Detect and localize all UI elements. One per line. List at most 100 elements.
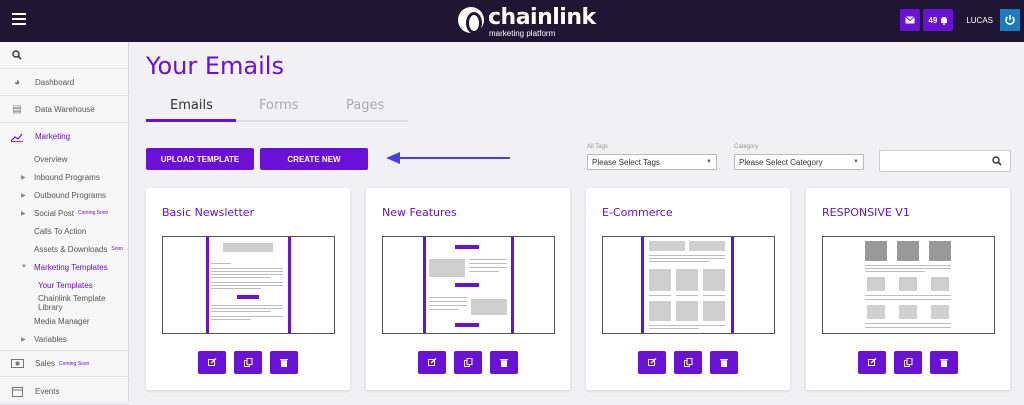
copy-icon <box>463 358 472 367</box>
template-thumbnail[interactable] <box>602 236 775 334</box>
thumb-text-line <box>703 295 725 296</box>
copy-icon <box>683 358 692 367</box>
coming-soon-badge: Coming Soon <box>78 210 109 216</box>
delete-button[interactable] <box>710 351 738 374</box>
sidebar-item-sales[interactable]: Sales Coming Soon <box>0 350 129 377</box>
sidebar-item-assets-downloads[interactable]: Assets & Downloads Soon <box>0 240 129 258</box>
sidebar-item-label: Assets & Downloads <box>34 244 108 254</box>
edit-icon <box>867 358 876 366</box>
sidebar-item-label: Data Warehouse <box>35 104 95 114</box>
thumb-image-placeholder <box>676 269 698 291</box>
sidebar-item-variables[interactable]: ▶ Variables <box>0 330 129 348</box>
header-actions: 49 LUCAS <box>900 8 1020 32</box>
tags-select[interactable]: Please Select Tags ▼ <box>587 154 717 170</box>
page-title: Your Emails <box>146 52 284 80</box>
hamburger-menu-icon[interactable] <box>12 13 26 25</box>
calendar-icon <box>10 386 24 397</box>
template-card-title[interactable]: Basic Newsletter <box>162 206 254 219</box>
template-card-title[interactable]: E-Commerce <box>602 206 673 219</box>
thumb-text-line <box>211 263 231 264</box>
template-thumbnail[interactable] <box>382 236 555 334</box>
thumb-button <box>455 323 479 327</box>
tab-pages[interactable]: Pages <box>346 98 384 113</box>
thumb-border-left <box>423 237 426 333</box>
duplicate-button[interactable] <box>894 351 922 374</box>
thumb-text-line <box>649 295 671 296</box>
sidebar-item-inbound-programs[interactable]: ▶ Inbound Programs <box>0 168 129 186</box>
sidebar-item-template-library[interactable]: Chainlink Template Library <box>0 294 129 312</box>
delete-button[interactable] <box>270 351 298 374</box>
sidebar-item-dashboard[interactable]: ◕ Dashboard <box>0 69 129 96</box>
template-card-title[interactable]: RESPONSIVE V1 <box>822 206 910 219</box>
logo-mark-icon <box>458 7 484 34</box>
thumb-image-placeholder <box>649 269 671 291</box>
thumb-text-line <box>676 295 698 296</box>
mail-button[interactable] <box>900 9 921 31</box>
caret-right-icon: ▶ <box>21 192 26 199</box>
bell-icon <box>941 16 948 25</box>
warehouse-icon: ▤ <box>12 103 22 115</box>
sidebar-item-marketing-templates[interactable]: ▼ Marketing Templates <box>0 258 129 276</box>
sidebar-item-media-manager[interactable]: Media Manager <box>0 312 129 330</box>
tab-forms[interactable]: Forms <box>259 98 299 113</box>
sidebar-item-label: Events <box>35 386 60 396</box>
delete-button[interactable] <box>930 351 958 374</box>
caret-right-icon: ▶ <box>21 174 26 181</box>
sidebar-item-your-templates[interactable]: Your Templates <box>0 276 129 294</box>
sidebar-item-marketing[interactable]: Marketing <box>0 123 129 150</box>
thumb-button <box>237 295 259 299</box>
template-card: New Features <box>366 188 570 390</box>
thumb-text-line <box>469 259 507 260</box>
thumb-text-line <box>211 274 283 275</box>
sidebar-item-calls-to-action[interactable]: Calls To Action <box>0 222 129 240</box>
thumb-text-line <box>211 316 283 317</box>
duplicate-button[interactable] <box>454 351 482 374</box>
thumb-image-placeholder <box>676 301 698 321</box>
thumb-text-line <box>649 325 725 326</box>
thumb-border-right <box>731 237 734 333</box>
edit-button[interactable] <box>198 351 226 374</box>
sidebar-item-social-post[interactable]: ▶ Social Post Coming Soon <box>0 204 129 222</box>
thumb-text-line <box>649 261 709 262</box>
delete-button[interactable] <box>490 351 518 374</box>
sidebar-search[interactable] <box>0 42 128 69</box>
sidebar-item-data-warehouse[interactable]: ▤ Data Warehouse <box>0 96 129 123</box>
chevron-down-icon: ▼ <box>853 159 859 165</box>
sidebar-item-label: Variables <box>34 334 67 344</box>
thumb-button <box>455 283 479 287</box>
thumb-text-line <box>865 327 951 328</box>
sidebar-item-label: Sales <box>35 359 56 368</box>
thumb-border-left <box>206 237 209 333</box>
chart-line-icon <box>10 131 24 142</box>
power-button[interactable] <box>1000 9 1020 31</box>
search-icon[interactable] <box>992 156 1002 166</box>
edit-button[interactable] <box>858 351 886 374</box>
template-search-input[interactable] <box>879 150 1011 172</box>
thumb-image-placeholder <box>897 241 919 261</box>
template-thumbnail[interactable] <box>822 236 995 334</box>
brand-logo[interactable]: chainlink marketing platform <box>458 5 596 38</box>
sidebar-item-label: Marketing Templates <box>34 262 108 272</box>
duplicate-button[interactable] <box>674 351 702 374</box>
thumb-image-placeholder <box>899 277 917 291</box>
thumb-text-line <box>649 255 725 256</box>
create-new-button[interactable]: CREATE NEW <box>260 148 368 170</box>
edit-button[interactable] <box>638 351 666 374</box>
sidebar-item-outbound-programs[interactable]: ▶ Outbound Programs <box>0 186 129 204</box>
thumb-text-line <box>865 265 951 266</box>
category-select[interactable]: Please Select Category ▼ <box>734 154 864 170</box>
username[interactable]: LUCAS <box>956 16 997 25</box>
edit-icon <box>427 358 436 366</box>
sidebar-item-overview[interactable]: Overview <box>0 150 129 168</box>
template-thumbnail[interactable] <box>162 236 335 334</box>
tab-emails[interactable]: Emails <box>170 98 213 113</box>
notifications-button[interactable]: 49 <box>923 9 954 31</box>
upload-template-button[interactable]: UPLOAD TEMPLATE <box>146 148 254 170</box>
duplicate-button[interactable] <box>234 351 262 374</box>
template-card-title[interactable]: New Features <box>382 206 457 219</box>
caret-right-icon: ▶ <box>21 210 26 217</box>
thumb-text-line <box>429 301 467 302</box>
thumb-text-line <box>429 305 467 306</box>
thumb-text-line <box>211 305 283 306</box>
edit-button[interactable] <box>418 351 446 374</box>
